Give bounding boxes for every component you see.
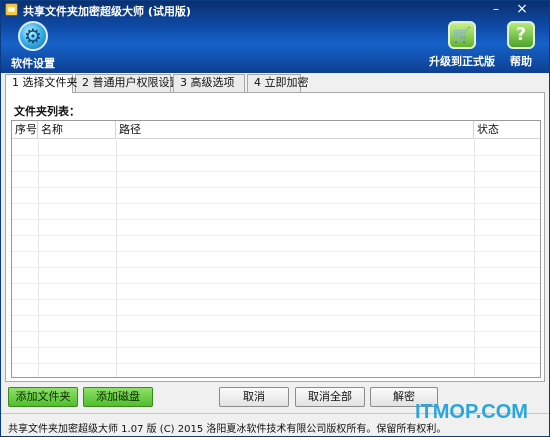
help-icon (507, 21, 535, 49)
folder-list-table[interactable]: 序号 名称 路径 状态 (11, 120, 541, 378)
tab-panel: 文件夹列表： 序号 名称 路径 状态 (5, 92, 545, 382)
cancel-button[interactable]: 取消 (219, 387, 289, 407)
column-header-status[interactable]: 状态 (474, 121, 540, 139)
column-header-path[interactable]: 路径 (116, 121, 474, 139)
tab-advanced-options[interactable]: 3 高级选项 (173, 74, 245, 92)
software-settings-label: 软件设置 (11, 57, 55, 70)
column-header-index[interactable]: 序号 (12, 121, 38, 139)
site-watermark: ITMOP.COM (415, 401, 528, 423)
add-disk-button[interactable]: 添加磁盘 (83, 387, 153, 407)
folder-list-label: 文件夹列表： (14, 105, 80, 118)
column-divider (474, 140, 475, 377)
column-header-name[interactable]: 名称 (38, 121, 116, 139)
cart-icon (448, 21, 476, 49)
header-banner: 共享文件夹加密超级大师 (试用版) – × 软件设置 升级到正式版 帮助 (1, 1, 549, 73)
window-title: 共享文件夹加密超级大师 (试用版) (23, 5, 191, 18)
column-divider (38, 140, 39, 377)
app-window: 共享文件夹加密超级大师 (试用版) – × 软件设置 升级到正式版 帮助 1 选… (0, 0, 550, 437)
gear-icon (18, 21, 48, 51)
column-divider (116, 140, 117, 377)
tab-encrypt-now[interactable]: 4 立即加密 (247, 74, 309, 92)
cancel-all-button[interactable]: 取消全部 (295, 387, 365, 407)
close-button[interactable]: × (511, 1, 533, 17)
upgrade-button[interactable]: 升级到正式版 (429, 21, 495, 69)
tab-strip: 1 选择文件夹 2 普通用户权限设置 3 高级选项 4 立即加密 (5, 74, 545, 93)
upgrade-label: 升级到正式版 (429, 55, 495, 68)
add-folder-button[interactable]: 添加文件夹 (8, 387, 78, 407)
minimize-button[interactable]: – (485, 1, 507, 17)
tab-select-folder[interactable]: 1 选择文件夹 (5, 74, 78, 93)
table-body (12, 140, 540, 377)
software-settings-button[interactable]: 软件设置 (11, 21, 55, 71)
help-label: 帮助 (510, 55, 532, 68)
app-folder-icon (5, 3, 18, 16)
table-header: 序号 名称 路径 状态 (12, 121, 540, 139)
title-bar: 共享文件夹加密超级大师 (试用版) – × (1, 1, 549, 19)
help-button[interactable]: 帮助 (505, 21, 537, 69)
status-text: 共享文件夹加密超级大师 1.07 版 (C) 2015 洛阳夏冰软件技术有限公司… (8, 424, 447, 435)
tab-user-permissions[interactable]: 2 普通用户权限设置 (75, 74, 181, 92)
